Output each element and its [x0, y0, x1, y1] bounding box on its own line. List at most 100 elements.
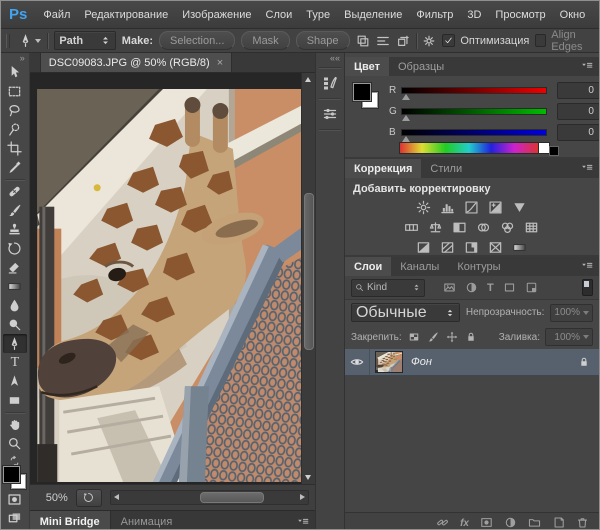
panel-menu-icon[interactable]: [580, 58, 594, 76]
quick-mask-button[interactable]: [3, 490, 27, 509]
path-selection-tool[interactable]: [3, 372, 27, 391]
status-info-button[interactable]: [76, 489, 102, 507]
layer-style-fx-button[interactable]: fx: [460, 518, 469, 529]
menu-edit[interactable]: Редактирование: [77, 9, 175, 21]
layer-visibility-button[interactable]: [345, 349, 370, 375]
history-brush-tool[interactable]: [3, 239, 27, 258]
filter-shape-layers-icon[interactable]: [503, 279, 516, 297]
zoom-level[interactable]: 50%: [46, 492, 68, 504]
hand-tool[interactable]: [3, 415, 27, 434]
tab-swatches[interactable]: Образцы: [389, 57, 453, 76]
horizontal-scrollbar[interactable]: [110, 490, 309, 505]
marquee-tool[interactable]: [3, 82, 27, 101]
selective-color-icon[interactable]: [488, 239, 503, 257]
scroll-right-icon[interactable]: [300, 494, 305, 500]
panel-menu-icon[interactable]: [580, 160, 594, 178]
gradient-map-icon[interactable]: [512, 239, 527, 257]
curves-icon[interactable]: [464, 199, 479, 217]
quick-selection-tool[interactable]: [3, 120, 27, 139]
panel-menu-icon[interactable]: [580, 258, 594, 276]
tab-close-icon[interactable]: ×: [217, 57, 223, 69]
path-mode-dropdown[interactable]: Path: [54, 31, 115, 50]
foreground-color-swatch[interactable]: [3, 466, 20, 483]
healing-brush-tool[interactable]: [3, 182, 27, 201]
path-arrange-icon[interactable]: [396, 34, 410, 48]
tab-color[interactable]: Цвет: [345, 57, 389, 76]
blue-value[interactable]: 0: [557, 124, 600, 141]
new-group-icon[interactable]: [528, 514, 541, 530]
path-operations-icon[interactable]: [356, 34, 370, 48]
layer-row-background[interactable]: Фон: [345, 349, 599, 376]
tab-paths[interactable]: Контуры: [448, 257, 509, 276]
add-layer-mask-icon[interactable]: [480, 514, 493, 530]
green-value[interactable]: 0: [557, 103, 600, 120]
invert-icon[interactable]: [416, 239, 431, 257]
tab-layers[interactable]: Слои: [345, 257, 391, 276]
channel-mixer-icon[interactable]: [500, 219, 515, 237]
scroll-down-icon[interactable]: [305, 475, 311, 480]
color-lookup-icon[interactable]: [524, 219, 539, 237]
current-tool-button[interactable]: [18, 33, 41, 48]
dodge-tool[interactable]: [3, 315, 27, 334]
eraser-tool[interactable]: [3, 258, 27, 277]
lock-all-icon[interactable]: [465, 328, 477, 346]
toolbar-collapse-button[interactable]: »: [20, 54, 25, 63]
slider-thumb[interactable]: [402, 94, 410, 100]
eyedropper-tool[interactable]: [3, 158, 27, 177]
menu-view[interactable]: Просмотр: [488, 9, 552, 21]
swap-colors-icon[interactable]: [8, 453, 21, 465]
menu-layers[interactable]: Слои: [259, 9, 300, 21]
menu-window[interactable]: Окно: [553, 9, 593, 21]
menu-filter[interactable]: Фильтр: [409, 9, 460, 21]
hue-saturation-icon[interactable]: [404, 219, 419, 237]
make-mask-button[interactable]: Mask: [241, 31, 289, 50]
slider-thumb[interactable]: [402, 136, 410, 142]
menu-select[interactable]: Выделение: [337, 9, 409, 21]
path-alignment-icon[interactable]: [376, 34, 390, 48]
crop-tool[interactable]: [3, 139, 27, 158]
blur-tool[interactable]: [3, 296, 27, 315]
menu-help[interactable]: Справ: [592, 9, 600, 21]
color-spectrum-ramp[interactable]: [399, 142, 539, 154]
options-bar-grip[interactable]: [6, 34, 10, 48]
filter-type-layers-icon[interactable]: T: [487, 282, 494, 294]
green-slider[interactable]: [401, 108, 547, 115]
rectangle-tool[interactable]: [3, 391, 27, 410]
new-adjustment-layer-icon[interactable]: [504, 514, 517, 530]
tab-channels[interactable]: Каналы: [391, 257, 448, 276]
filter-adjustment-layers-icon[interactable]: [465, 279, 478, 297]
make-selection-button[interactable]: Selection...: [159, 31, 235, 50]
filter-smart-objects-icon[interactable]: [525, 279, 538, 297]
vibrance-icon[interactable]: [512, 199, 527, 217]
blue-slider[interactable]: [401, 129, 547, 136]
menu-file[interactable]: Файл: [36, 9, 77, 21]
brightness-contrast-icon[interactable]: [416, 199, 431, 217]
delete-layer-icon[interactable]: [576, 514, 589, 530]
menu-3d[interactable]: 3D: [460, 9, 488, 21]
history-panel-icon[interactable]: [318, 71, 342, 95]
filter-pixel-layers-icon[interactable]: [443, 279, 456, 297]
black-swatch[interactable]: [549, 146, 559, 156]
color-swatches[interactable]: [3, 466, 27, 490]
brush-tool[interactable]: [3, 201, 27, 220]
gradient-tool[interactable]: [3, 277, 27, 296]
type-tool[interactable]: T: [3, 353, 27, 372]
filter-kind-dropdown[interactable]: Kind: [351, 279, 425, 297]
tab-mini-bridge[interactable]: Mini Bridge: [30, 511, 111, 530]
color-panel-swatches[interactable]: [353, 83, 379, 109]
gear-icon[interactable]: [422, 34, 436, 48]
layer-thumbnail[interactable]: [375, 351, 403, 373]
clone-stamp-tool[interactable]: [3, 220, 27, 239]
lock-transparency-icon[interactable]: [408, 328, 420, 346]
document-tab[interactable]: DSC09083.JPG @ 50% (RGB/8) ×: [40, 53, 232, 72]
layer-name[interactable]: Фон: [411, 356, 432, 368]
horizontal-scroll-thumb[interactable]: [200, 492, 264, 503]
black-white-icon[interactable]: [452, 219, 467, 237]
lock-pixels-icon[interactable]: [427, 328, 439, 346]
vertical-scroll-thumb[interactable]: [304, 193, 314, 350]
properties-panel-icon[interactable]: [318, 102, 342, 126]
align-edges-checkbox-row[interactable]: Align Edges: [535, 29, 599, 53]
red-value[interactable]: 0: [557, 82, 600, 99]
new-layer-icon[interactable]: [552, 514, 565, 530]
menu-type[interactable]: Type: [299, 9, 337, 21]
